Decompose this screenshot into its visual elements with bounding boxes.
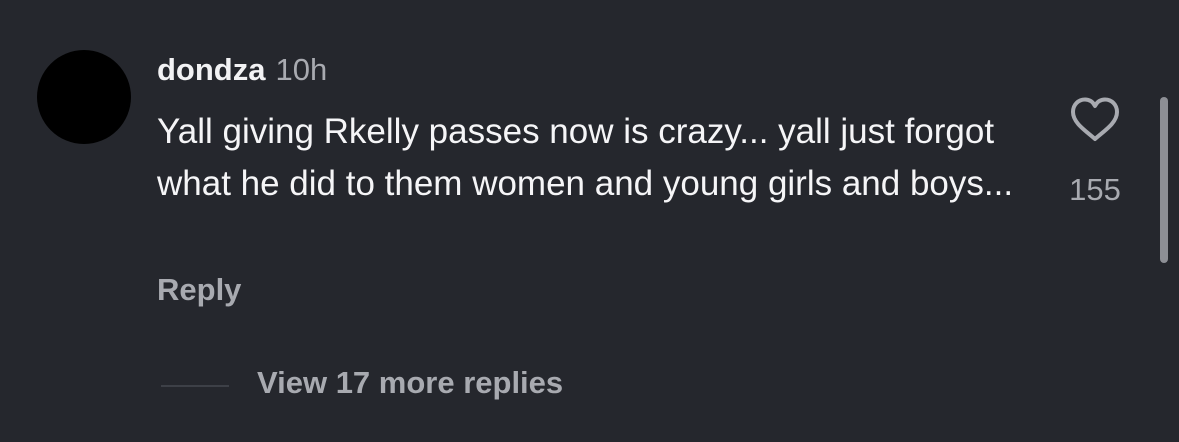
view-more-replies-button[interactable]: View 17 more replies (257, 365, 563, 401)
comment-text: Yall giving Rkelly passes now is crazy..… (157, 112, 1014, 203)
avatar[interactable] (37, 50, 131, 144)
like-count: 155 (1069, 172, 1121, 207)
timestamp: 10h (275, 52, 328, 87)
replies-divider (161, 385, 229, 387)
heart-outline-icon (1071, 97, 1119, 141)
like-button[interactable] (1069, 96, 1121, 144)
reply-button[interactable]: Reply (157, 272, 241, 308)
username[interactable]: dondza (157, 52, 266, 88)
comment-header: dondza 10h (157, 52, 327, 92)
scrollbar[interactable] (1160, 97, 1168, 263)
